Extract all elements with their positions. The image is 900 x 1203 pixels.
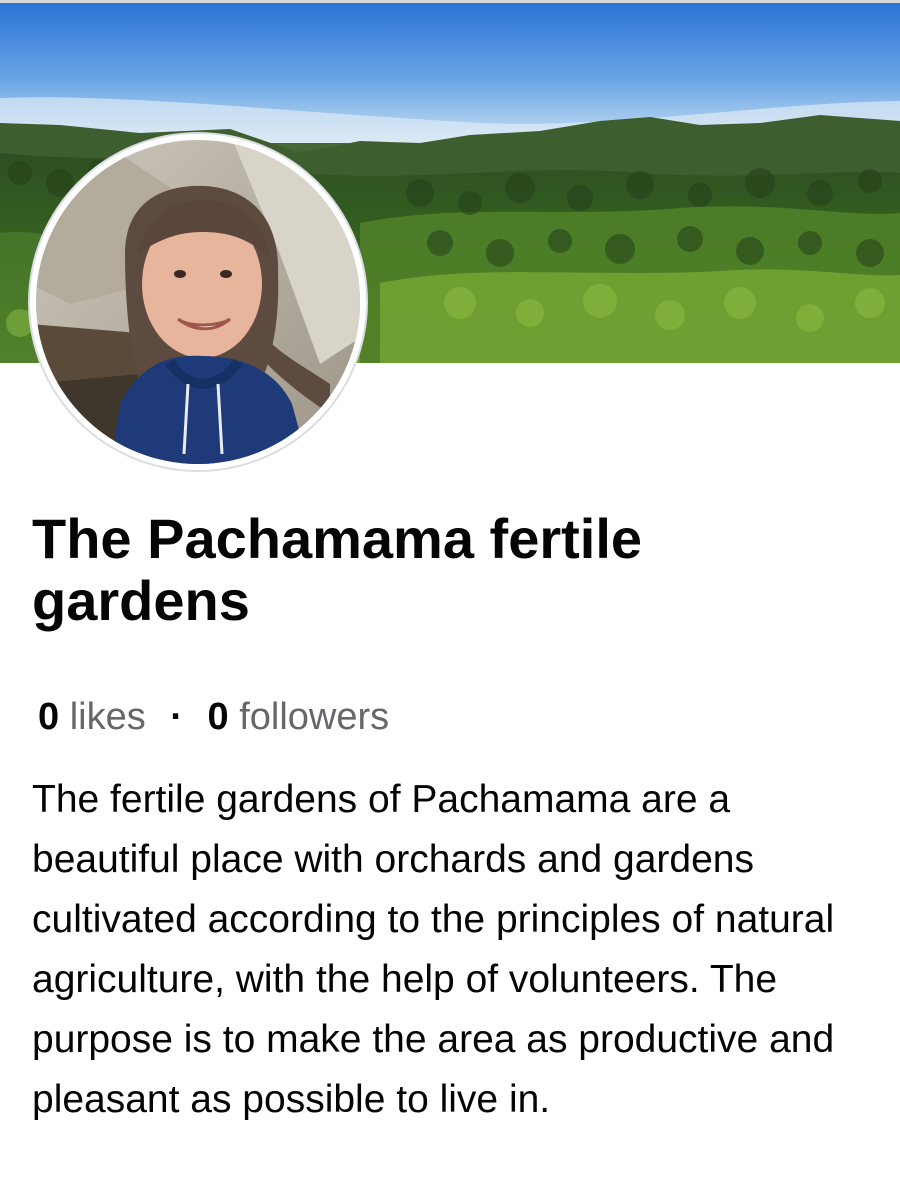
avatar-portrait-image: [36, 140, 360, 464]
profile-avatar[interactable]: [30, 134, 366, 470]
page-title: The Pachamama fertile gardens: [32, 507, 643, 632]
page-stats: 0 likes · 0 followers: [38, 694, 389, 740]
page-profile: The Pachamama fertile gardens 0 likes · …: [0, 0, 900, 1203]
page-bio: The fertile gardens of Pachamama are a b…: [32, 778, 835, 1121]
likes-label[interactable]: likes: [70, 696, 146, 738]
stats-separator: ·: [170, 696, 183, 738]
followers-label[interactable]: followers: [239, 696, 389, 738]
followers-count[interactable]: 0: [208, 696, 229, 738]
likes-count[interactable]: 0: [38, 696, 59, 738]
